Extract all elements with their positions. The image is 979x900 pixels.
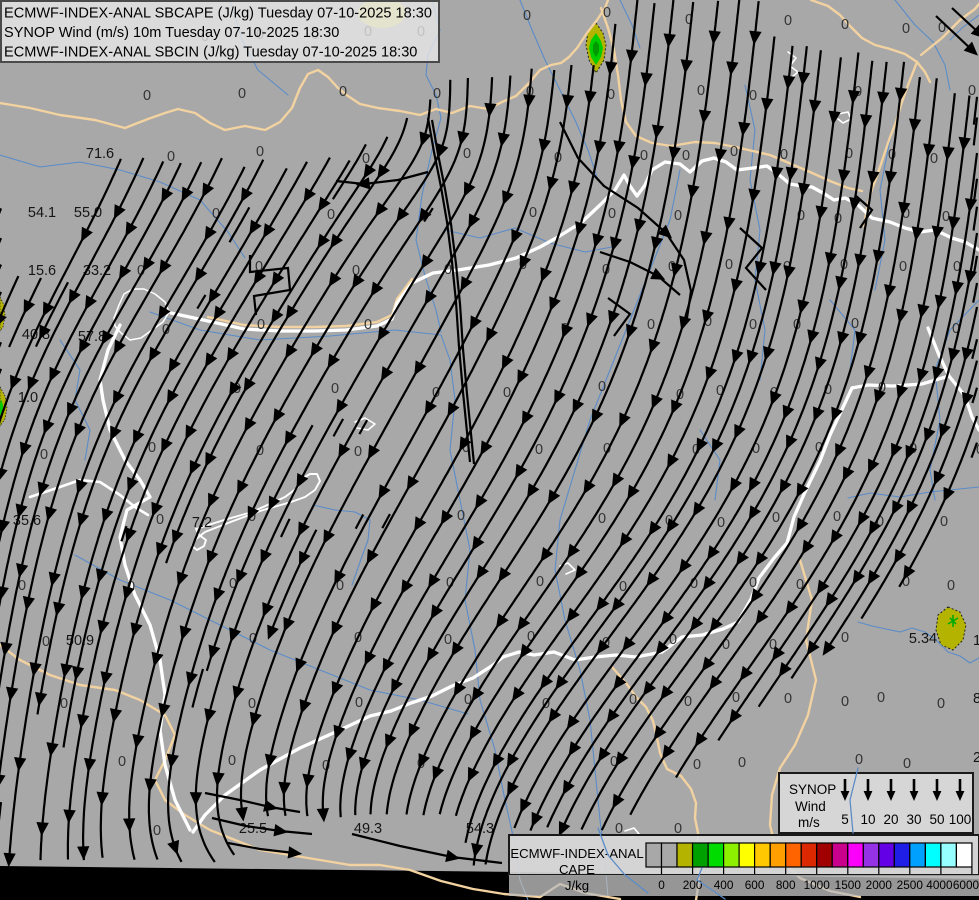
svg-text:0: 0 — [603, 5, 611, 21]
svg-text:0: 0 — [523, 8, 531, 24]
svg-text:0: 0 — [535, 442, 543, 458]
svg-text:5: 5 — [841, 812, 849, 827]
svg-text:0: 0 — [902, 21, 910, 37]
svg-text:0: 0 — [841, 630, 849, 646]
svg-text:0: 0 — [143, 88, 151, 104]
svg-text:10: 10 — [860, 812, 875, 827]
svg-text:ECMWF-INDEX-ANAL SBCIN (J/kg): ECMWF-INDEX-ANAL SBCIN (J/kg) Tuesday 07… — [4, 45, 417, 61]
svg-text:2500: 2500 — [897, 878, 924, 892]
svg-text:m/s: m/s — [798, 815, 820, 830]
svg-text:0: 0 — [536, 574, 544, 590]
svg-text:SYNOP: SYNOP — [789, 782, 836, 797]
svg-text:ECMWF-INDEX-ANAL SBCAPE (J/kg): ECMWF-INDEX-ANAL SBCAPE (J/kg) Tuesday 0… — [4, 6, 432, 22]
svg-text:0: 0 — [940, 514, 948, 530]
svg-text:0: 0 — [674, 208, 682, 224]
svg-text:0: 0 — [156, 512, 164, 528]
svg-text:0: 0 — [730, 144, 738, 160]
svg-text:0: 0 — [738, 755, 746, 771]
svg-text:0: 0 — [899, 259, 907, 275]
svg-text:0: 0 — [841, 17, 849, 33]
svg-text:0: 0 — [444, 632, 452, 648]
svg-text:8: 8 — [973, 691, 979, 707]
svg-text:54.1: 54.1 — [28, 205, 56, 221]
svg-text:1500: 1500 — [835, 878, 862, 892]
svg-text:800: 800 — [776, 878, 796, 892]
svg-text:20: 20 — [883, 812, 898, 827]
svg-text:0: 0 — [947, 578, 955, 594]
svg-text:0: 0 — [153, 823, 161, 839]
svg-text:0: 0 — [682, 148, 690, 164]
svg-text:CAPE: CAPE — [559, 862, 595, 877]
svg-text:0: 0 — [855, 752, 863, 768]
svg-text:0: 0 — [598, 511, 606, 527]
svg-text:0: 0 — [749, 317, 757, 333]
svg-text:0: 0 — [851, 316, 859, 332]
svg-text:0: 0 — [749, 88, 757, 104]
svg-text:0: 0 — [784, 13, 792, 29]
svg-text:2: 2 — [973, 750, 979, 766]
svg-text:0: 0 — [248, 696, 256, 712]
svg-text:0: 0 — [603, 441, 611, 457]
svg-text:0: 0 — [354, 444, 362, 460]
svg-text:100: 100 — [949, 812, 972, 827]
svg-text:1: 1 — [973, 633, 979, 649]
svg-text:5.34: 5.34 — [909, 631, 937, 647]
svg-text:0: 0 — [784, 691, 792, 707]
svg-text:0: 0 — [238, 86, 246, 102]
svg-text:0: 0 — [364, 317, 372, 333]
svg-text:0: 0 — [40, 447, 48, 463]
svg-text:4000: 4000 — [926, 878, 953, 892]
svg-text:0: 0 — [841, 694, 849, 710]
svg-text:0: 0 — [658, 878, 665, 892]
svg-text:1000: 1000 — [804, 878, 831, 892]
svg-text:J/kg: J/kg — [565, 878, 589, 893]
svg-text:0: 0 — [331, 381, 339, 397]
svg-text:0: 0 — [647, 317, 655, 333]
svg-text:0: 0 — [640, 148, 648, 164]
svg-text:0: 0 — [339, 84, 347, 100]
svg-text:0: 0 — [772, 510, 780, 526]
svg-text:0: 0 — [937, 696, 945, 712]
svg-text:0: 0 — [930, 151, 938, 167]
svg-text:0: 0 — [598, 379, 606, 395]
svg-text:200: 200 — [683, 878, 703, 892]
svg-text:SYNOP Wind (m/s) 10m Tuesday 0: SYNOP Wind (m/s) 10m Tuesday 07-10-2025 … — [4, 25, 339, 41]
svg-text:71.6: 71.6 — [86, 146, 114, 162]
svg-text:0: 0 — [717, 515, 725, 531]
svg-text:0: 0 — [877, 690, 885, 706]
svg-text:0: 0 — [903, 756, 911, 772]
svg-text:0: 0 — [693, 757, 701, 773]
svg-text:0: 0 — [167, 149, 175, 165]
svg-text:0: 0 — [257, 317, 265, 333]
svg-text:Wind: Wind — [795, 799, 826, 814]
svg-text:2000: 2000 — [866, 878, 893, 892]
svg-text:400: 400 — [714, 878, 734, 892]
svg-text:0: 0 — [228, 753, 236, 769]
svg-text:0: 0 — [256, 443, 264, 459]
svg-text:0: 0 — [327, 207, 335, 223]
svg-text:0: 0 — [529, 205, 537, 221]
svg-text:0: 0 — [608, 206, 616, 222]
svg-text:0: 0 — [433, 86, 441, 102]
svg-text:0: 0 — [118, 754, 126, 770]
svg-text:0: 0 — [749, 575, 757, 591]
svg-text:0: 0 — [697, 83, 705, 99]
svg-text:0: 0 — [256, 144, 264, 160]
svg-text:ECMWF-INDEX-ANAL: ECMWF-INDEX-ANAL — [510, 846, 643, 861]
svg-text:0: 0 — [457, 508, 465, 524]
svg-text:0: 0 — [355, 695, 363, 711]
svg-text:0: 0 — [780, 147, 788, 163]
svg-text:0: 0 — [725, 257, 733, 273]
svg-text:6000: 6000 — [953, 878, 979, 892]
svg-text:50: 50 — [929, 812, 944, 827]
svg-text:30: 30 — [906, 812, 921, 827]
svg-text:0: 0 — [463, 146, 471, 162]
svg-text:0: 0 — [833, 509, 841, 525]
svg-text:600: 600 — [745, 878, 765, 892]
svg-text:15.6: 15.6 — [28, 263, 56, 279]
